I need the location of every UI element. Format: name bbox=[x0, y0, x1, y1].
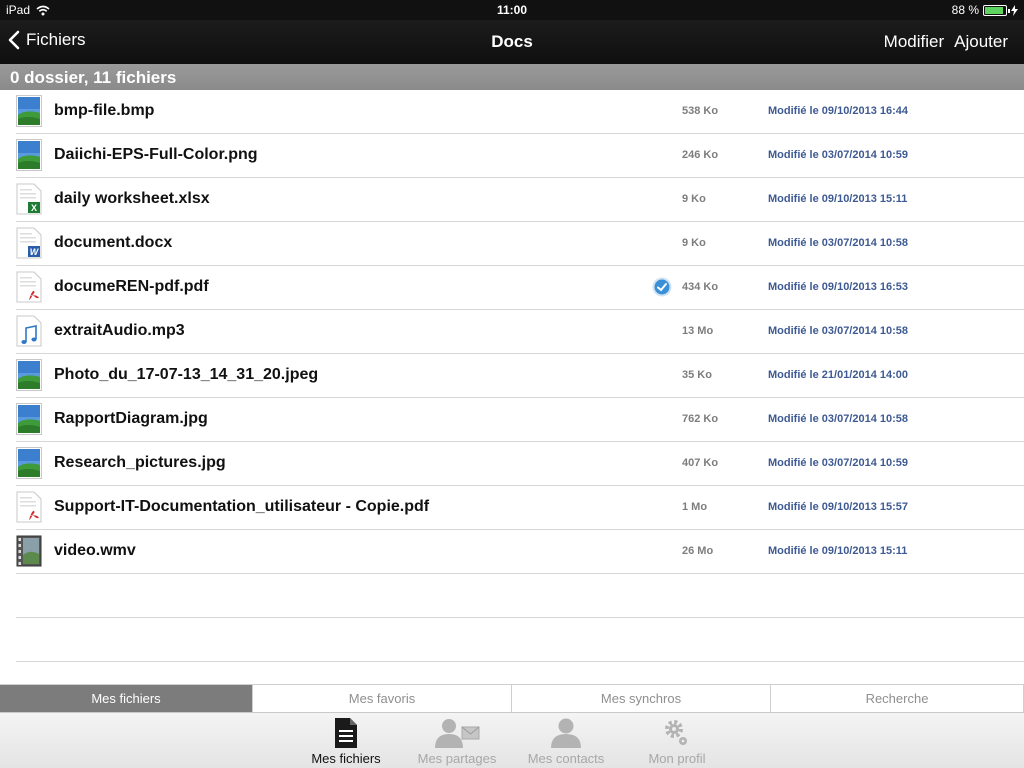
file-modified-date: Modifié le 09/10/2013 16:53 bbox=[768, 281, 909, 293]
segment-bar: Mes fichiers Mes favoris Mes synchros Reche… bbox=[0, 684, 1024, 712]
file-modified-date: Modifié le 03/07/2014 10:58 bbox=[768, 237, 909, 249]
file-name: documeREN-pdf.pdf bbox=[54, 278, 209, 295]
file-row[interactable]: Daiichi-EPS-Full-Color.png 246 Ko Modifié … bbox=[0, 134, 1024, 178]
file-size: 538 Ko bbox=[682, 105, 719, 117]
file-row[interactable]: Support-IT-Documentation_utilisateur - C… bbox=[0, 486, 1024, 530]
tab-label: Mes contacts bbox=[527, 751, 605, 766]
file-size: 407 Ko bbox=[682, 457, 719, 469]
file-row[interactable]: extraitAudio.mp3 13 Mo Modifié le 03/07/20… bbox=[0, 310, 1024, 354]
section-header: 0 dossier, 11 fichiers bbox=[0, 64, 1024, 90]
back-button-label: Fichiers bbox=[26, 30, 86, 49]
segment-recherche[interactable]: Recherche bbox=[771, 685, 1024, 712]
navigation-bar: Fichiers Docs Modifier Ajouter bbox=[0, 20, 1024, 64]
file-modified-date: Modifié le 03/07/2014 10:59 bbox=[768, 457, 909, 469]
file-row[interactable]: Photo_du_17-07-13_14_31_20.jpeg 35 Ko Modi… bbox=[0, 354, 1024, 398]
pdf-file-icon bbox=[16, 271, 42, 303]
file-size: 246 Ko bbox=[682, 149, 719, 161]
file-name: Photo_du_17-07-13_14_31_20.jpeg bbox=[54, 366, 319, 383]
file-modified-date: Modifié le 09/10/2013 15:11 bbox=[768, 193, 908, 205]
document-icon bbox=[335, 718, 357, 748]
edit-button[interactable]: Modifier bbox=[884, 32, 944, 52]
file-list[interactable]: bmp-file.bmp 538 Ko Modifié le 09/10/2013 … bbox=[0, 90, 1024, 684]
file-name: Research_pictures.jpg bbox=[54, 454, 226, 471]
segment-mes-synchros[interactable]: Mes synchros bbox=[512, 685, 771, 712]
file-row[interactable]: RapportDiagram.jpg 762 Ko Modifié le 03/07… bbox=[0, 398, 1024, 442]
status-bar: iPad 11:00 88 % bbox=[0, 0, 1024, 20]
page-title: Docs bbox=[491, 32, 533, 51]
tab-mes-contacts[interactable]: Mes contacts bbox=[516, 717, 616, 767]
file-name: bmp-file.bmp bbox=[54, 102, 155, 119]
tab-mon-profil[interactable]: Mon profil bbox=[627, 717, 727, 767]
pdf-file-icon bbox=[16, 491, 42, 523]
battery-icon bbox=[983, 4, 1010, 16]
file-row[interactable]: documeREN-pdf.pdf 434 Ko Modifié le 09/10/… bbox=[0, 266, 1024, 310]
add-button[interactable]: Ajouter bbox=[954, 32, 1008, 52]
file-row[interactable]: video.wmv 26 Mo Modifié le 09/10/2013 15:1… bbox=[0, 530, 1024, 574]
file-name: daily worksheet.xlsx bbox=[54, 190, 210, 207]
empty-row bbox=[0, 574, 1024, 618]
file-modified-date: Modifié le 09/10/2013 16:44 bbox=[768, 105, 909, 117]
word-file-icon: W bbox=[16, 227, 42, 259]
file-size: 762 Ko bbox=[682, 413, 719, 425]
file-size: 26 Mo bbox=[682, 545, 714, 557]
clock: 11:00 bbox=[496, 3, 528, 17]
tab-bar: Mes fichiers Mes partages Mes contacts M… bbox=[0, 712, 1024, 768]
file-name: extraitAudio.mp3 bbox=[54, 322, 185, 339]
file-modified-date: Modifié le 03/07/2014 10:58 bbox=[768, 325, 909, 337]
battery-level bbox=[985, 6, 1003, 14]
charging-icon bbox=[1011, 4, 1018, 16]
file-name: RapportDiagram.jpg bbox=[54, 410, 208, 427]
file-name: Support-IT-Documentation_utilisateur - C… bbox=[54, 498, 430, 515]
file-modified-date: Modifié le 21/01/2014 14:00 bbox=[768, 369, 909, 381]
file-row[interactable]: Research_pictures.jpg 407 Ko Modifié le 03… bbox=[0, 442, 1024, 486]
file-row[interactable]: bmp-file.bmp 538 Ko Modifié le 09/10/2013 … bbox=[0, 90, 1024, 134]
file-modified-date: Modifié le 09/10/2013 15:11 bbox=[768, 545, 908, 557]
svg-text:X: X bbox=[31, 203, 37, 213]
file-row[interactable]: Xdaily worksheet.xlsx 9 Ko Modifié le 09/1… bbox=[0, 178, 1024, 222]
file-name: Daiichi-EPS-Full-Color.png bbox=[54, 146, 258, 163]
tab-mes-partages[interactable]: Mes partages bbox=[407, 717, 507, 767]
chevron-left-icon bbox=[8, 30, 20, 50]
settings-icon bbox=[665, 720, 687, 745]
image-file-icon bbox=[16, 403, 42, 435]
video-file-icon bbox=[16, 535, 42, 567]
file-size: 434 Ko bbox=[682, 281, 719, 293]
tab-label: Mes fichiers bbox=[311, 751, 381, 766]
file-size: 1 Mo bbox=[682, 501, 708, 513]
share-icon bbox=[435, 719, 480, 748]
back-button[interactable]: Fichiers bbox=[8, 30, 86, 50]
file-row[interactable]: Wdocument.docx 9 Ko Modifié le 03/07/2014 … bbox=[0, 222, 1024, 266]
file-modified-date: Modifié le 03/07/2014 10:58 bbox=[768, 413, 909, 425]
tab-label: Mes partages bbox=[417, 751, 497, 766]
file-name: video.wmv bbox=[54, 542, 136, 559]
file-size: 35 Ko bbox=[682, 369, 712, 381]
file-modified-date: Modifié le 03/07/2014 10:59 bbox=[768, 149, 909, 161]
audio-file-icon bbox=[16, 315, 42, 347]
image-file-icon bbox=[16, 139, 42, 171]
tab-mes-fichiers[interactable]: Mes fichiers bbox=[296, 717, 396, 767]
contacts-icon bbox=[551, 718, 581, 748]
image-file-icon bbox=[16, 95, 42, 127]
file-size: 13 Mo bbox=[682, 325, 714, 337]
file-size: 9 Ko bbox=[682, 193, 706, 205]
segment-mes-favoris[interactable]: Mes favoris bbox=[253, 685, 512, 712]
tab-label: Mon profil bbox=[648, 751, 706, 766]
image-file-icon bbox=[16, 359, 42, 391]
empty-row bbox=[0, 618, 1024, 662]
file-name: document.docx bbox=[54, 234, 173, 251]
synced-check-icon bbox=[652, 277, 672, 297]
segment-mes-fichiers[interactable]: Mes fichiers bbox=[0, 685, 253, 712]
battery-percent: 88 % bbox=[951, 3, 979, 17]
excel-file-icon: X bbox=[16, 183, 42, 215]
app-window: iPad 11:00 88 % Fichiers Docs Modifier A… bbox=[0, 0, 1024, 768]
image-file-icon bbox=[16, 447, 42, 479]
file-modified-date: Modifié le 09/10/2013 15:57 bbox=[768, 501, 909, 513]
file-size: 9 Ko bbox=[682, 237, 706, 249]
